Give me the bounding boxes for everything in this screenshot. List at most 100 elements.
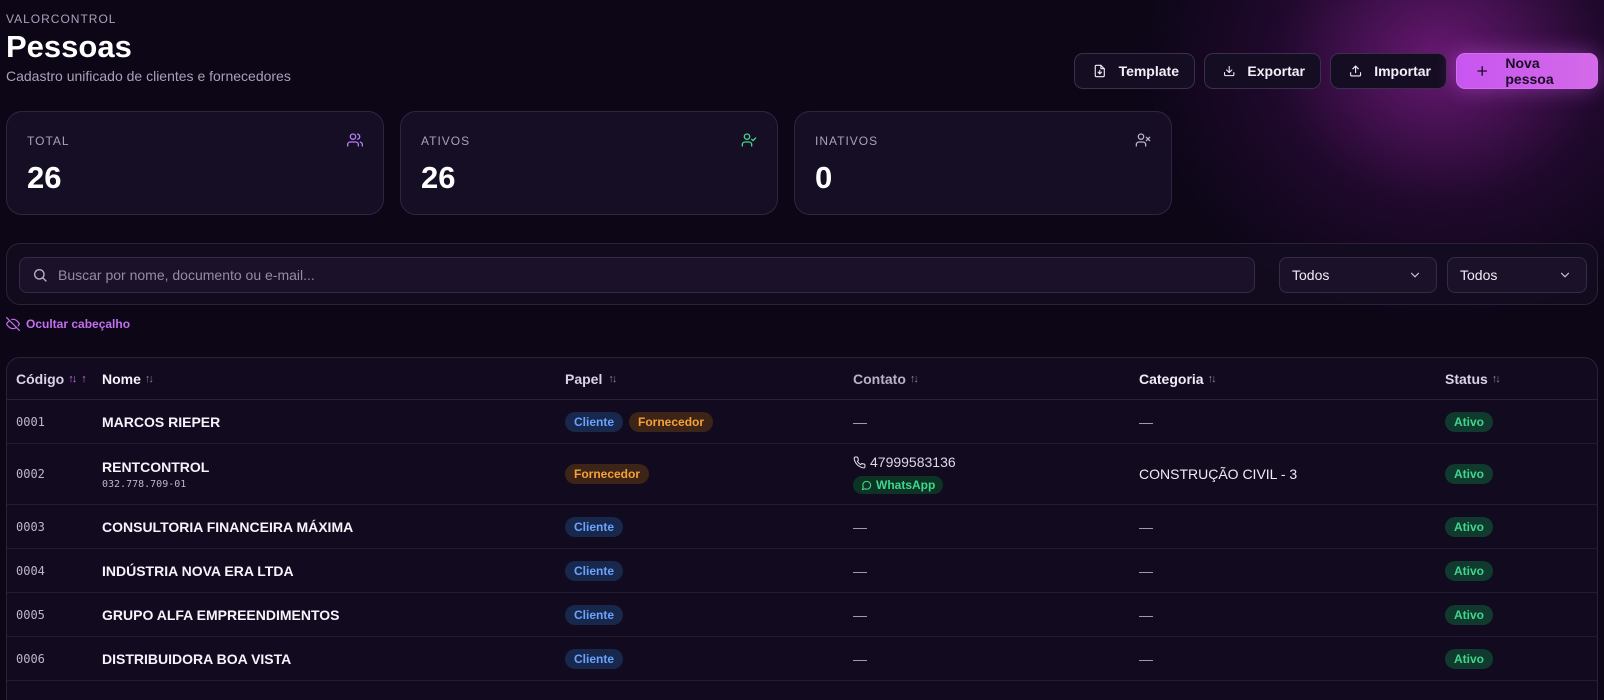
chat-bubble-icon: [861, 480, 872, 490]
row-code: 0001: [16, 414, 45, 429]
user-check-icon: [741, 133, 757, 147]
row-contact: —: [853, 606, 867, 623]
table-row[interactable]: 0002 RENTCONTROL 032.778.709-01 Forneced…: [7, 444, 1597, 505]
role-badge-cliente: Cliente: [565, 411, 624, 432]
download-icon: [1224, 65, 1235, 77]
column-header-role[interactable]: Papel ↑↓: [565, 371, 853, 387]
stat-card-active: ATIVOS 26: [400, 111, 778, 215]
row-category: —: [1139, 606, 1153, 623]
import-button[interactable]: Importar: [1330, 53, 1447, 89]
page-header: VALORCONTROL Pessoas Cadastro unificado …: [6, 12, 291, 84]
eye-off-icon: [6, 317, 20, 331]
row-document: 032.778.709-01: [102, 478, 187, 490]
template-button[interactable]: Template: [1074, 53, 1195, 89]
stat-value: 26: [421, 160, 456, 195]
row-name: MARCOS RIEPER: [102, 413, 221, 430]
toolbar: Template Exportar Importar Nova pessoa: [1074, 53, 1598, 89]
page-subtitle: Cadastro unificado de clientes e fornece…: [6, 68, 291, 84]
row-name: GRUPO ALFA EMPREENDIMENTOS: [102, 606, 340, 623]
row-name: INDÚSTRIA NOVA ERA LTDA: [102, 562, 294, 579]
row-status: Ativo: [1445, 464, 1595, 484]
new-person-button[interactable]: Nova pessoa: [1456, 53, 1598, 89]
new-person-button-label: Nova pessoa: [1505, 55, 1554, 87]
row-status: Ativo: [1445, 604, 1595, 625]
column-header-name[interactable]: Nome ↑↓: [102, 371, 565, 387]
column-header-code[interactable]: Código ↑↓ ↑: [7, 371, 102, 387]
row-status: Ativo: [1445, 516, 1595, 537]
filter-bar: Buscar por nome, documento ou e-mail... …: [6, 243, 1598, 305]
row-code: 0006: [16, 651, 45, 666]
chevron-down-icon: [1560, 272, 1570, 278]
plus-icon: [1477, 66, 1488, 76]
whatsapp-label: WhatsApp: [876, 478, 936, 492]
table-row[interactable]: 0003 CONSULTORIA FINANCEIRA MÁXIMA Clien…: [7, 505, 1597, 549]
role-select[interactable]: Todos: [1279, 257, 1437, 293]
row-category: —: [1139, 562, 1153, 579]
row-code: 0002: [16, 467, 45, 481]
app-name: VALORCONTROL: [6, 12, 117, 26]
sort-icon: ↑↓: [1207, 372, 1217, 385]
row-name-cell: RENTCONTROL 032.778.709-01: [102, 459, 565, 490]
row-contact: —: [853, 562, 867, 579]
column-header-contact[interactable]: Contato ↑↓: [853, 371, 1139, 387]
row-roles: Cliente: [565, 604, 853, 625]
table-row[interactable]: 0005 GRUPO ALFA EMPREENDIMENTOS Cliente …: [7, 593, 1597, 637]
stats-row: TOTAL 26 ATIVOS 26 INATIVOS 0: [6, 111, 1172, 215]
upload-icon: [1350, 65, 1362, 77]
role-select-value: Todos: [1292, 267, 1330, 283]
role-badge-cliente: Cliente: [565, 648, 624, 669]
row-status: Ativo: [1445, 560, 1595, 581]
row-category: —: [1139, 518, 1153, 535]
table-row[interactable]: 0004 INDÚSTRIA NOVA ERA LTDA Cliente — —…: [7, 549, 1597, 593]
role-badge-cliente: Cliente: [565, 604, 624, 625]
contact-phone[interactable]: 47999583136: [853, 454, 1139, 470]
status-select[interactable]: Todos: [1447, 257, 1587, 293]
row-roles: Cliente: [565, 516, 853, 537]
table-row[interactable]: 0006 DISTRIBUIDORA BOA VISTA Cliente — —…: [7, 637, 1597, 681]
sort-icon: ↑↓: [68, 372, 77, 385]
status-badge: Ativo: [1445, 464, 1493, 484]
column-header-status[interactable]: Status ↑↓: [1445, 371, 1595, 387]
row-contact: —: [853, 518, 867, 535]
hide-header-toggle[interactable]: Ocultar cabeçalho: [6, 317, 130, 331]
page-title: Pessoas: [6, 29, 132, 64]
whatsapp-link[interactable]: WhatsApp: [853, 476, 944, 494]
row-category: CONSTRUÇÃO CIVIL - 3: [1139, 466, 1298, 482]
stat-label: INATIVOS: [815, 134, 879, 148]
sort-icon: ↑↓: [608, 372, 617, 385]
row-code: 0005: [16, 607, 45, 622]
column-header-category[interactable]: Categoria ↑↓: [1139, 371, 1445, 387]
search-input[interactable]: Buscar por nome, documento ou e-mail...: [19, 257, 1255, 293]
row-code: 0004: [16, 563, 45, 578]
table-row[interactable]: 0001 MARCOS RIEPER Cliente Fornecedor — …: [7, 400, 1597, 444]
sort-icon: ↑↓: [909, 372, 919, 385]
row-status: Ativo: [1445, 648, 1595, 669]
row-code: 0003: [16, 519, 45, 534]
sort-asc-icon: ↑: [81, 372, 86, 385]
stat-label: ATIVOS: [421, 134, 471, 148]
export-button[interactable]: Exportar: [1204, 53, 1321, 89]
phone-icon: [853, 456, 866, 468]
role-badge-fornecedor: Fornecedor: [565, 464, 650, 484]
people-table: Código ↑↓ ↑ Nome ↑↓ Papel ↑↓ Contato ↑↓ …: [6, 357, 1598, 700]
export-button-label: Exportar: [1247, 63, 1305, 79]
file-download-icon: [1094, 64, 1105, 78]
row-roles: Fornecedor: [565, 464, 853, 484]
status-badge: Ativo: [1445, 560, 1493, 581]
row-roles: Cliente Fornecedor: [565, 411, 853, 432]
row-contact: —: [853, 413, 867, 430]
sort-icon: ↑↓: [144, 372, 154, 385]
row-roles: Cliente: [565, 560, 853, 581]
row-contact: 47999583136 WhatsApp: [853, 454, 1139, 494]
row-category: —: [1139, 650, 1153, 667]
import-button-label: Importar: [1374, 63, 1431, 79]
chevron-down-icon: [1410, 272, 1420, 278]
template-button-label: Template: [1118, 63, 1179, 79]
role-badge-cliente: Cliente: [565, 516, 624, 537]
stat-value: 26: [27, 160, 62, 195]
status-badge: Ativo: [1445, 516, 1493, 537]
sort-icon: ↑↓: [1491, 372, 1501, 385]
stat-value: 0: [815, 160, 833, 195]
row-name: DISTRIBUIDORA BOA VISTA: [102, 650, 292, 667]
row-roles: Cliente: [565, 648, 853, 669]
